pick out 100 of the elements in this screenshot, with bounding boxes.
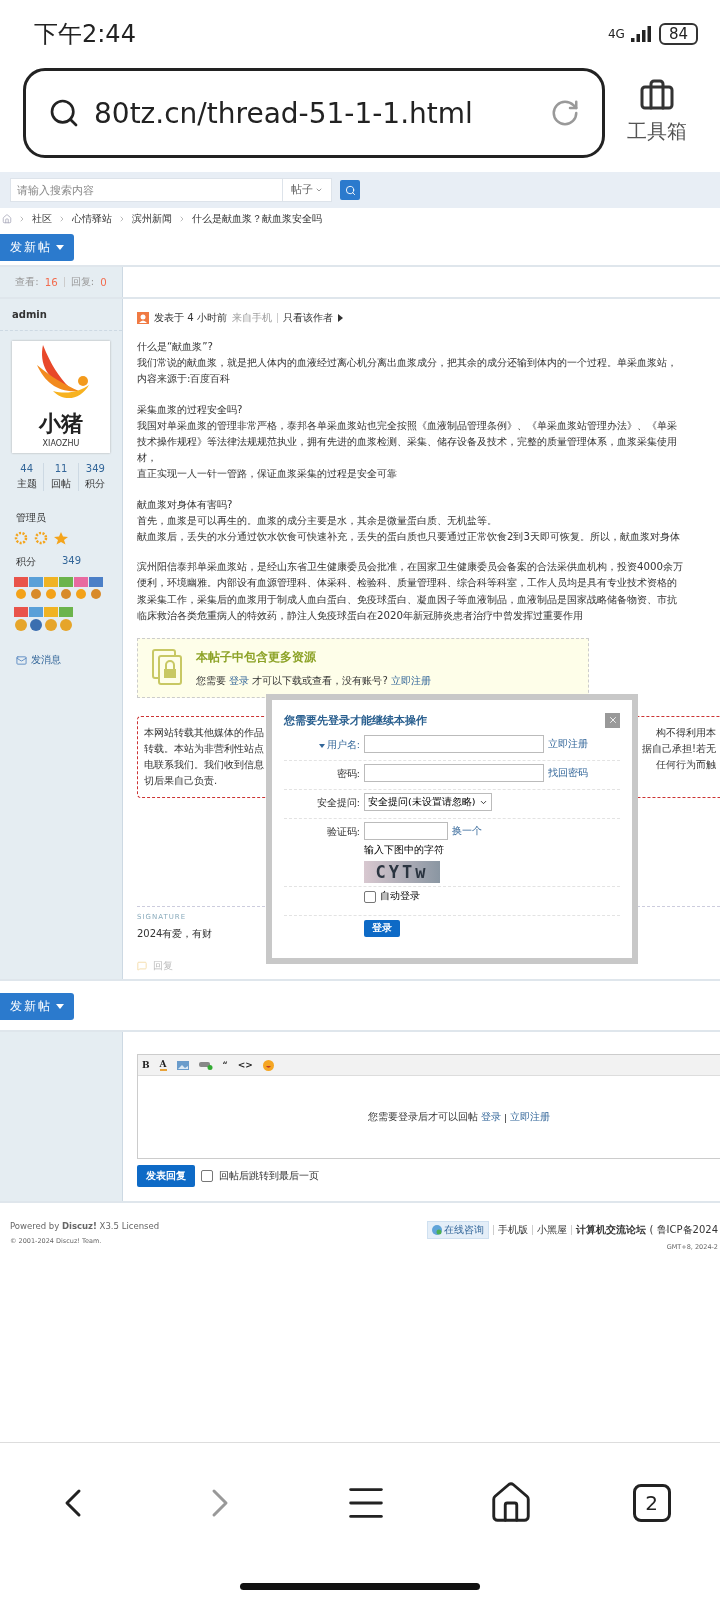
login-button[interactable]: 登录 [364,920,400,937]
replies-label: 回复: [70,275,95,289]
icp-text[interactable]: ( 鲁ICP备2024 [649,1223,718,1238]
captcha-hint: 输入下图中的字符 [364,844,445,857]
link-icon[interactable] [198,1060,213,1070]
remember-checkbox[interactable] [364,890,376,903]
stat-label: 主题 [16,477,37,491]
caret-icon [56,245,64,250]
field-label: 安全提问: [316,797,360,810]
breadcrumb-link[interactable]: 什么是献血浆？献血浆安全吗 [192,212,322,226]
remember-label: 自动登录 [380,890,420,903]
new-thread-button[interactable]: 发新帖 [0,234,74,261]
post-text-line: 首先，血浆是可以再生的。血浆的成分主要是水，其余是微量蛋白质、无机盐等。 [137,513,498,528]
post-text-line: 材， [137,451,158,466]
post-text-line: 临床救治各类危重病人的特效药，静注人免疫球蛋白在2020年新冠肺炎患者治疗中曾发挥过重要作用 [137,608,584,623]
jump-checkbox[interactable] [201,1170,213,1183]
points-label: 积分 [16,555,36,569]
views-count: 16 [44,276,58,288]
smiley-icon[interactable] [262,1059,274,1071]
stat-label: 回帖 [51,477,71,491]
breadcrumb-link[interactable]: 社区 [32,212,52,226]
username-field[interactable] [364,735,544,753]
replies-count: 0 [100,276,107,288]
chevron-icon [58,215,66,223]
reload-icon[interactable] [550,98,580,128]
footer-link[interactable]: 手机版 [497,1223,528,1238]
views-label: 查看: [15,275,39,289]
address-bar[interactable]: 80tz.cn/thread-51-1-1.html [23,68,605,158]
tabs-button[interactable]: 2 [632,1484,671,1522]
chevron-down-icon [315,186,323,194]
field-link[interactable]: 找回密码 [548,766,588,780]
stat-value[interactable]: 11 [54,463,68,474]
send-message-link[interactable]: 发消息 [16,653,106,667]
post-text-line: 采集血浆的过程安全吗? [137,402,244,417]
disclaimer-text: 转载。本站为非营利性站点 [144,742,264,757]
search-field[interactable]: 请输入搜索内容 帖子 [10,178,332,202]
disclaimer-text: 任何行为而触 [656,758,716,773]
chevron-icon [178,215,186,223]
network-type: 4G [607,27,625,41]
caret-icon [337,314,343,322]
stat-value[interactable]: 44 [20,463,34,474]
reply-editor[interactable]: B A “ <> 您需要登录后才可以回帖 登录 | 立即注册 [137,1054,720,1160]
field-label: 用户名: [326,739,360,752]
close-button[interactable] [605,712,620,728]
post-reply-button[interactable]: 发表回复 [137,1165,195,1188]
disclaimer-text: 据自己承担!若无 [642,742,716,757]
url-text: 80tz.cn/thread-51-1-1.html [94,96,474,130]
post-text-line: 便利，环境幽雅。内部设有血源管理科、体采科、检验科、质量管理科、综合科等科室，工作人员均是具有专业技术资格的 [137,576,678,591]
caret-icon[interactable] [318,743,325,748]
login-link[interactable]: 登录 [480,1110,501,1124]
breadcrumb-link[interactable]: 滨州新闻 [132,212,172,226]
locked-files-icon [152,649,184,688]
footer-link[interactable]: 小黑屋 [536,1223,567,1238]
disclaimer-text: 电联系我们。我们收到信息 [144,758,264,773]
field-link[interactable]: 换一个 [452,824,482,838]
password-field[interactable] [364,764,544,782]
new-thread-button[interactable]: 发新帖 [0,993,74,1021]
disclaimer-text: 本网站转载其他媒体的作品 [144,726,264,741]
login-link[interactable]: 登录 [229,674,250,686]
quote-icon[interactable]: “ [222,1060,228,1071]
battery-level: 84 [658,23,698,45]
stat-value[interactable]: 349 [85,463,105,474]
globe-icon [431,1225,442,1236]
toolbox-button[interactable]: 工具箱 [627,68,687,145]
post-text-line: 献血浆对身体有害吗? [137,497,234,512]
stat-label: 积分 [85,477,106,491]
post-text-line: 直正实现一人一针一管路，保证血浆采集的过程是安全可靠 [137,467,398,482]
home-icon[interactable] [2,214,12,224]
points-value: 349 [62,555,82,568]
post-source: 来自手机 [231,311,272,325]
post-text-line: 献血浆后，丢失的水分通过饮水饮食可快速补充，丢失的蛋白质也只要通过正常饮食2到3天即可恢复。所以，献血浆对身体 [137,530,681,545]
image-icon[interactable] [176,1060,189,1070]
status-time: 下午2:44 [34,19,136,50]
chevron-icon [18,215,26,223]
post-text-line: 什么是“献血浆”? [137,340,214,354]
field-link[interactable]: 立即注册 [548,737,588,751]
register-link[interactable]: 立即注册 [390,674,431,686]
avatar[interactable]: 小猪 XIAOZHU [12,341,110,453]
post-text-line: 技术操作规程》等法律法规规范执业，拥有先进的血浆检测、采集、储存设备及技术，完整的质量管理体系，血浆采集使用 [137,435,678,449]
register-link[interactable]: 立即注册 [510,1110,551,1124]
login-required-text: 您需要登录后才可以回帖 [367,1110,478,1124]
author-only-link[interactable]: 只看该作者 [282,311,333,325]
online-consult-button[interactable]: 在线咨询 [426,1221,489,1240]
captcha-image[interactable]: CYTw [364,861,440,883]
post-text-line: 内容来源于:百度百科 [137,372,232,387]
breadcrumb-link[interactable]: 心情驿站 [72,212,112,226]
security-question-dropdown[interactable]: 安全提问(未设置请忽略) [364,793,493,811]
signal-icon [630,26,653,42]
search-button[interactable] [340,180,360,200]
logo-text: 小猪 [39,410,83,438]
captcha-field[interactable] [364,822,448,840]
field-label: 密码: [336,768,360,781]
bold-icon[interactable]: B [142,1060,150,1071]
author-name[interactable]: admin [0,299,122,331]
site-name-link[interactable]: 计算机交流论坛 [575,1223,646,1238]
code-icon[interactable]: <> [237,1060,253,1071]
caret-icon [56,1004,64,1010]
attachment-title: 本帖子中包含更多资源 [196,648,317,666]
user-group: 管理员 [16,511,122,525]
comment-icon [137,961,147,972]
